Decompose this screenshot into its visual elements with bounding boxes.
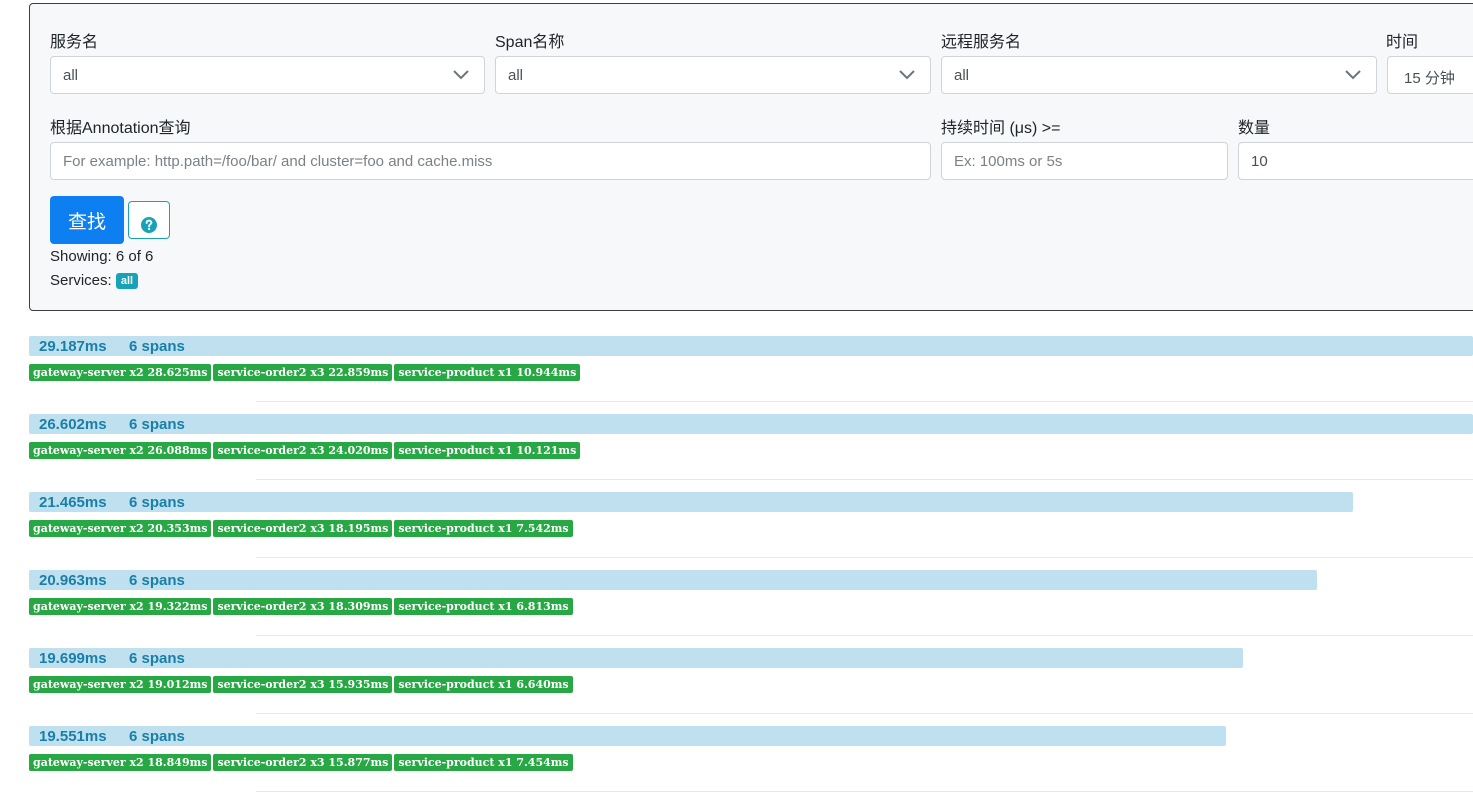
trace-duration-bar[interactable] <box>29 570 1317 590</box>
row-divider <box>256 557 1473 558</box>
trace-row[interactable]: 19.699ms 6 spans gateway-server x2 19.012m… <box>29 648 1473 726</box>
service-tag: service-order2 x3 18.309ms <box>213 598 393 615</box>
row-divider <box>256 635 1473 636</box>
service-name-select[interactable]: all <box>50 56 485 94</box>
trace-row[interactable]: 19.551ms 6 spans gateway-server x2 18.849m… <box>29 726 1473 804</box>
remote-service-value: all <box>954 67 970 84</box>
service-tag: gateway-server x2 28.625ms <box>29 364 212 381</box>
time-label: 时间 <box>1386 34 1419 51</box>
trace-duration-bar[interactable] <box>29 414 1473 434</box>
service-tag: service-order2 x3 22.859ms <box>213 364 393 381</box>
service-tag: service-product x1 7.542ms <box>394 520 573 537</box>
trace-service-tags: gateway-server x2 18.849ms service-order2… <box>29 753 575 771</box>
service-tag: service-product x1 10.944ms <box>394 364 581 381</box>
trace-row[interactable]: 20.963ms 6 spans gateway-server x2 19.322m… <box>29 570 1473 648</box>
span-name-value: all <box>508 67 524 84</box>
chevron-down-icon <box>453 70 469 80</box>
service-tag: service-order2 x3 24.020ms <box>213 442 393 459</box>
row-divider <box>256 713 1473 714</box>
trace-span-count: 6 spans <box>129 572 185 589</box>
min-duration-input[interactable] <box>941 142 1228 180</box>
trace-duration: 19.699ms <box>39 650 107 667</box>
annotation-query-input[interactable] <box>50 142 931 180</box>
trace-service-tags: gateway-server x2 19.322ms service-order2… <box>29 597 575 615</box>
trace-service-tags: gateway-server x2 20.353ms service-order2… <box>29 519 575 537</box>
trace-duration: 29.187ms <box>39 338 107 355</box>
service-tag: service-order2 x3 18.195ms <box>213 520 393 537</box>
remote-service-label: 远程服务名 <box>941 34 1022 51</box>
service-tag: service-product x1 10.121ms <box>394 442 581 459</box>
service-tag: gateway-server x2 20.353ms <box>29 520 212 537</box>
question-circle-icon <box>141 216 157 233</box>
trace-row[interactable]: 26.602ms 6 spans gateway-server x2 26.088m… <box>29 414 1473 492</box>
service-tag: service-product x1 6.813ms <box>394 598 573 615</box>
trace-row[interactable]: 21.465ms 6 spans gateway-server x2 20.353m… <box>29 492 1473 570</box>
service-tag: service-order2 x3 15.877ms <box>213 754 393 771</box>
chevron-down-icon <box>1345 70 1361 80</box>
limit-label: 数量 <box>1238 120 1271 137</box>
row-divider <box>256 479 1473 480</box>
service-tag: service-product x1 6.640ms <box>394 676 573 693</box>
trace-span-count: 6 spans <box>129 650 185 667</box>
service-tag: gateway-server x2 19.012ms <box>29 676 212 693</box>
trace-span-count: 6 spans <box>129 728 185 745</box>
trace-duration-bar[interactable] <box>29 648 1243 668</box>
time-select[interactable]: 15 分钟 <box>1387 56 1473 94</box>
service-name-label: 服务名 <box>50 34 99 51</box>
trace-duration: 26.602ms <box>39 416 107 433</box>
service-tag: gateway-server x2 26.088ms <box>29 442 212 459</box>
trace-span-count: 6 spans <box>129 338 185 355</box>
trace-duration-bar[interactable] <box>29 492 1353 512</box>
span-name-select[interactable]: all <box>495 56 931 94</box>
services-summary: Services: all <box>50 272 139 289</box>
service-tag: service-order2 x3 15.935ms <box>213 676 393 693</box>
showing-count: Showing: 6 of 6 <box>50 248 154 265</box>
service-tag: gateway-server x2 18.849ms <box>29 754 212 771</box>
trace-service-tags: gateway-server x2 19.012ms service-order2… <box>29 675 575 693</box>
trace-duration: 19.551ms <box>39 728 107 745</box>
help-button[interactable] <box>128 201 170 239</box>
search-panel: 服务名 all Span名称 all 远程服务名 all 时间 15 分钟 根据… <box>29 3 1473 311</box>
trace-duration-bar[interactable] <box>29 726 1226 746</box>
row-divider <box>256 791 1473 792</box>
chevron-down-icon <box>899 70 915 80</box>
service-tag: service-product x1 7.454ms <box>394 754 573 771</box>
search-button[interactable]: 查找 <box>50 196 124 244</box>
service-tag: gateway-server x2 19.322ms <box>29 598 212 615</box>
duration-label: 持续时间 (μs) >= <box>941 120 1061 137</box>
limit-input[interactable] <box>1238 142 1473 180</box>
trace-duration: 21.465ms <box>39 494 107 511</box>
row-divider <box>256 401 1473 402</box>
trace-duration: 20.963ms <box>39 572 107 589</box>
trace-duration-bar[interactable] <box>29 336 1473 356</box>
service-name-value: all <box>63 67 79 84</box>
span-name-label: Span名称 <box>495 34 565 51</box>
trace-span-count: 6 spans <box>129 494 185 511</box>
time-value: 15 分钟 <box>1404 70 1455 87</box>
services-badge: all <box>115 273 139 289</box>
services-label: Services: <box>50 272 112 289</box>
remote-service-select[interactable]: all <box>941 56 1377 94</box>
trace-span-count: 6 spans <box>129 416 185 433</box>
trace-service-tags: gateway-server x2 28.625ms service-order2… <box>29 363 582 381</box>
trace-row[interactable]: 29.187ms 6 spans gateway-server x2 28.625m… <box>29 336 1473 414</box>
annotation-label: 根据Annotation查询 <box>50 120 191 137</box>
trace-service-tags: gateway-server x2 26.088ms service-order2… <box>29 441 582 459</box>
